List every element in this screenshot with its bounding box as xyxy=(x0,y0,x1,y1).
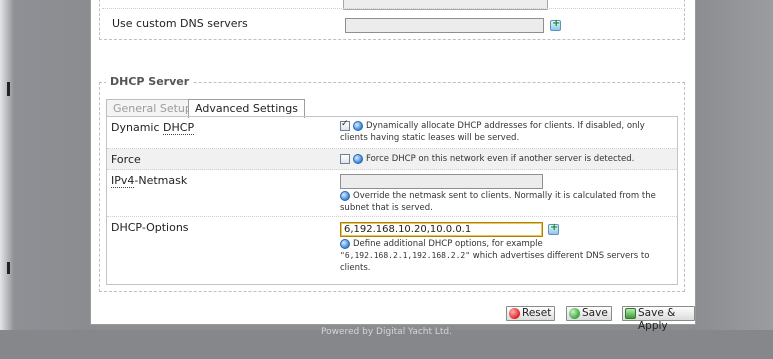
netmask-input[interactable] xyxy=(340,174,543,189)
dhcp-options-desc-line1: Define additional DHCP options, for exam… xyxy=(353,239,543,249)
config-panel: Use custom DNS servers DHCP Server Gener… xyxy=(90,0,696,332)
custom-dns-input[interactable] xyxy=(345,18,544,33)
ipv4-abbr: IPv4 xyxy=(111,174,135,188)
netmask-row: IPv4-Netmask Override the netmask sent t… xyxy=(107,170,677,217)
edge-mark xyxy=(7,82,10,96)
dynamic-dhcp-description: Dynamically allocate DHCP addresses for … xyxy=(340,121,645,143)
netmask-label: IPv4-Netmask xyxy=(111,174,188,188)
dhcp-options-desc-line2-text: which advertises different DNS servers t… xyxy=(470,251,650,261)
advanced-settings-panel: Dynamic DHCP Dynamically allocate DHCP a… xyxy=(106,116,678,285)
dhcp-options-desc-line2: "6,192.168.2.1,192.168.2.2" which advert… xyxy=(340,250,672,262)
reset-button-label: Reset xyxy=(522,307,552,319)
page-backdrop-left xyxy=(0,0,90,359)
custom-dns-row: Use custom DNS servers xyxy=(102,8,682,38)
dhcp-options-input[interactable]: 6,192.168.10.20,10.0.0.1 xyxy=(340,222,543,237)
netmask-label-suffix: -Netmask xyxy=(134,174,188,187)
save-apply-icon xyxy=(625,308,636,319)
page-backdrop-right xyxy=(693,0,773,359)
general-fieldset: Use custom DNS servers xyxy=(99,0,685,40)
netmask-description: Override the netmask sent to clients. No… xyxy=(340,191,656,213)
custom-dns-label: Use custom DNS servers xyxy=(112,17,248,30)
save-icon xyxy=(569,308,580,319)
tab-general-setup[interactable]: General Setup xyxy=(106,99,199,117)
dhcp-server-fieldset: DHCP Server General Setup Advanced Setti… xyxy=(99,75,685,292)
dhcp-abbr: DHCP xyxy=(163,121,195,135)
edge-mark xyxy=(7,262,10,274)
add-entry-icon[interactable] xyxy=(548,222,559,235)
force-description: Force DHCP on this network even if anoth… xyxy=(366,154,635,164)
dhcp-options-label: DHCP-Options xyxy=(111,221,189,234)
reset-button[interactable]: Reset xyxy=(506,306,556,321)
reset-icon xyxy=(509,308,520,319)
dhcp-options-row: DHCP-Options 6,192.168.10.20,10.0.0.1 De… xyxy=(107,217,677,283)
add-entry-icon[interactable] xyxy=(550,18,561,31)
force-label: Force xyxy=(111,153,141,166)
dynamic-dhcp-label: Dynamic DHCP xyxy=(111,121,195,135)
dhcp-server-legend: DHCP Server xyxy=(106,75,194,88)
dhcp-options-description: Define additional DHCP options, for exam… xyxy=(340,238,672,274)
force-checkbox[interactable] xyxy=(340,154,350,164)
dynamic-dhcp-label-prefix: Dynamic xyxy=(111,121,164,134)
force-row: Force Force DHCP on this network even if… xyxy=(107,149,677,170)
footer-credit: Powered by Digital Yacht Ltd. xyxy=(320,327,452,337)
dhcp-options-desc-line3: clients. xyxy=(340,263,371,273)
save-button[interactable]: Save xyxy=(566,306,612,321)
help-icon xyxy=(353,154,363,164)
save-apply-button[interactable]: Save & Apply xyxy=(622,306,695,332)
dhcp-options-example-code: "6,192.168.2.1,192.168.2.2" xyxy=(340,251,471,260)
save-button-label: Save xyxy=(582,307,608,319)
dynamic-dhcp-row: Dynamic DHCP Dynamically allocate DHCP a… xyxy=(107,117,677,149)
